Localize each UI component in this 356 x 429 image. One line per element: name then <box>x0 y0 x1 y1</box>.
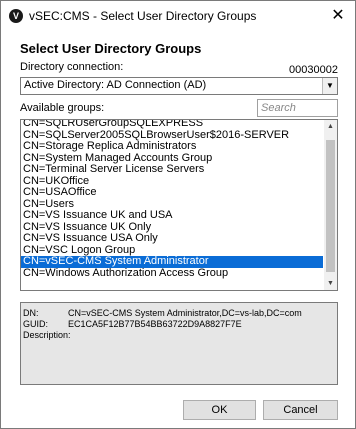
groups-list[interactable]: CN=SQLRUserGroupSQLEXPRESS CN=SQLServer20… <box>20 119 338 291</box>
group-list-item[interactable]: CN=VS Issuance UK Only <box>21 222 323 234</box>
dn-label: DN: <box>23 308 39 318</box>
title-bar: V vSEC:CMS - Select User Directory Group… <box>1 1 355 31</box>
scroll-thumb[interactable] <box>326 140 335 272</box>
vertical-scrollbar[interactable]: ▲ ▼ <box>324 120 337 290</box>
scroll-up-icon[interactable]: ▲ <box>324 120 337 133</box>
available-groups-label: Available groups: <box>20 102 105 114</box>
group-list-item[interactable]: CN=USAOffice <box>21 187 323 199</box>
group-list-item[interactable]: CN=VS Issuance UK and USA <box>21 210 323 222</box>
scroll-down-icon[interactable]: ▼ <box>324 277 337 290</box>
group-list-item[interactable]: CN=SQLServer2005SQLBrowserUser$2016-SERV… <box>21 130 323 142</box>
directory-connection-value: Active Directory: AD Connection (AD) <box>24 79 207 91</box>
group-details-panel: DN: CN=vSEC-CMS System Administrator,DC=… <box>20 302 338 385</box>
search-box[interactable] <box>257 99 338 117</box>
group-list-item[interactable]: CN=Terminal Server License Servers <box>21 164 323 176</box>
directory-count: 00030002 <box>289 64 338 76</box>
group-list-item[interactable]: CN=vSEC-CMS System Administrator <box>21 256 323 268</box>
app-icon: V <box>9 9 23 23</box>
description-label: Description: <box>23 330 71 340</box>
chevron-down-icon[interactable]: ▼ <box>322 78 337 94</box>
close-button[interactable]: ✕ <box>329 7 347 25</box>
dn-value: CN=vSEC-CMS System Administrator,DC=vs-l… <box>68 308 302 318</box>
group-list-item[interactable]: CN=Users <box>21 199 323 211</box>
guid-value: EC1CA5F12B77B54BB63722D9A8827F7E <box>68 319 242 329</box>
dialog-window: V vSEC:CMS - Select User Directory Group… <box>0 0 356 429</box>
group-list-item[interactable]: CN=VSC Logon Group <box>21 245 323 257</box>
directory-connection-label: Directory connection: <box>20 61 124 73</box>
search-input[interactable] <box>258 100 338 116</box>
cancel-button[interactable]: Cancel <box>263 400 338 420</box>
group-list-item[interactable]: CN=System Managed Accounts Group <box>21 153 323 165</box>
group-list-item[interactable]: CN=VS Issuance USA Only <box>21 233 323 245</box>
ok-button[interactable]: OK <box>183 400 256 420</box>
group-list-item[interactable]: CN=Storage Replica Administrators <box>21 141 323 153</box>
group-list-item[interactable]: CN=SQLRUserGroupSQLEXPRESS <box>21 120 323 130</box>
guid-label: GUID: <box>23 319 49 329</box>
directory-connection-select[interactable]: Active Directory: AD Connection (AD) ▼ <box>20 77 338 95</box>
dialog-heading: Select User Directory Groups <box>20 41 202 56</box>
group-list-item[interactable]: CN=Windows Authorization Access Group <box>21 268 323 280</box>
window-title: vSEC:CMS - Select User Directory Groups <box>29 9 257 23</box>
group-list-item[interactable]: CN=UKOffice <box>21 176 323 188</box>
